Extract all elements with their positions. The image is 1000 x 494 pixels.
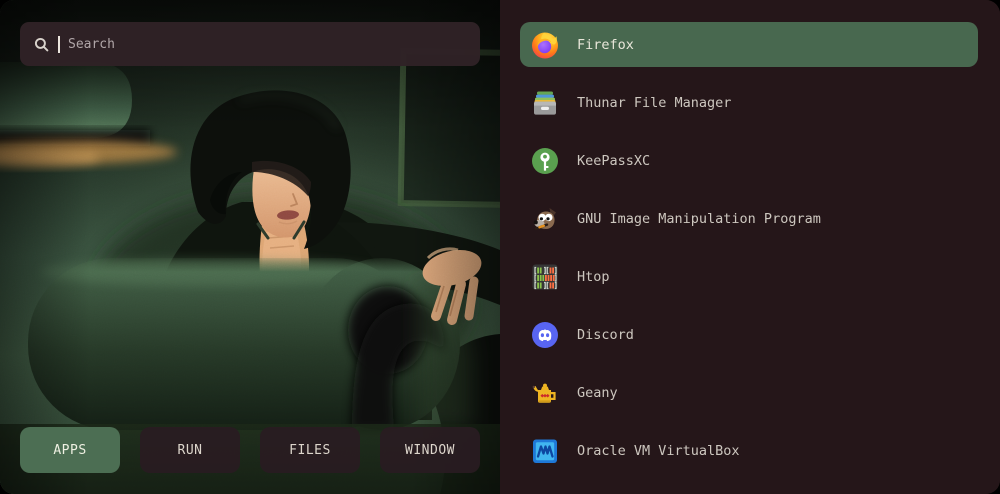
launcher-window: APPS RUN FILES WINDOW (0, 0, 1000, 494)
app-label: Firefox (577, 37, 634, 53)
text-caret (58, 36, 60, 53)
app-label: KeePassXC (577, 153, 650, 169)
app-row-geany[interactable]: Geany (520, 370, 978, 415)
mode-button-run[interactable]: RUN (140, 427, 240, 473)
app-list: Firefox Thunar File Manager (500, 0, 1000, 494)
mode-button-apps[interactable]: APPS (20, 427, 120, 473)
mode-switcher: APPS RUN FILES WINDOW (20, 427, 480, 473)
app-label: Discord (577, 327, 634, 343)
search-bar[interactable] (20, 22, 480, 66)
htop-icon (530, 262, 560, 292)
geany-icon (530, 378, 560, 408)
app-label: Oracle VM VirtualBox (577, 443, 740, 459)
virtualbox-icon (530, 436, 560, 466)
firefox-icon (530, 30, 560, 60)
app-row-discord[interactable]: Discord (520, 312, 978, 357)
app-label: Thunar File Manager (577, 95, 731, 111)
left-pane: APPS RUN FILES WINDOW (0, 0, 500, 494)
search-input[interactable] (68, 37, 466, 52)
app-row-firefox[interactable]: Firefox (520, 22, 978, 67)
app-row-htop[interactable]: Htop (520, 254, 978, 299)
app-row-gimp[interactable]: GNU Image Manipulation Program (520, 196, 978, 241)
app-label: GNU Image Manipulation Program (577, 211, 821, 227)
keepassxc-icon (530, 146, 560, 176)
discord-icon (530, 320, 560, 350)
thunar-icon (530, 88, 560, 118)
app-label: Htop (577, 269, 610, 285)
gimp-icon (530, 204, 560, 234)
app-row-thunar[interactable]: Thunar File Manager (520, 80, 978, 125)
search-icon (34, 37, 49, 52)
app-row-virtualbox[interactable]: Oracle VM VirtualBox (520, 428, 978, 473)
mode-button-window[interactable]: WINDOW (380, 427, 480, 473)
background-artwork (0, 0, 500, 494)
app-label: Geany (577, 385, 618, 401)
app-row-keepassxc[interactable]: KeePassXC (520, 138, 978, 183)
mode-button-files[interactable]: FILES (260, 427, 360, 473)
